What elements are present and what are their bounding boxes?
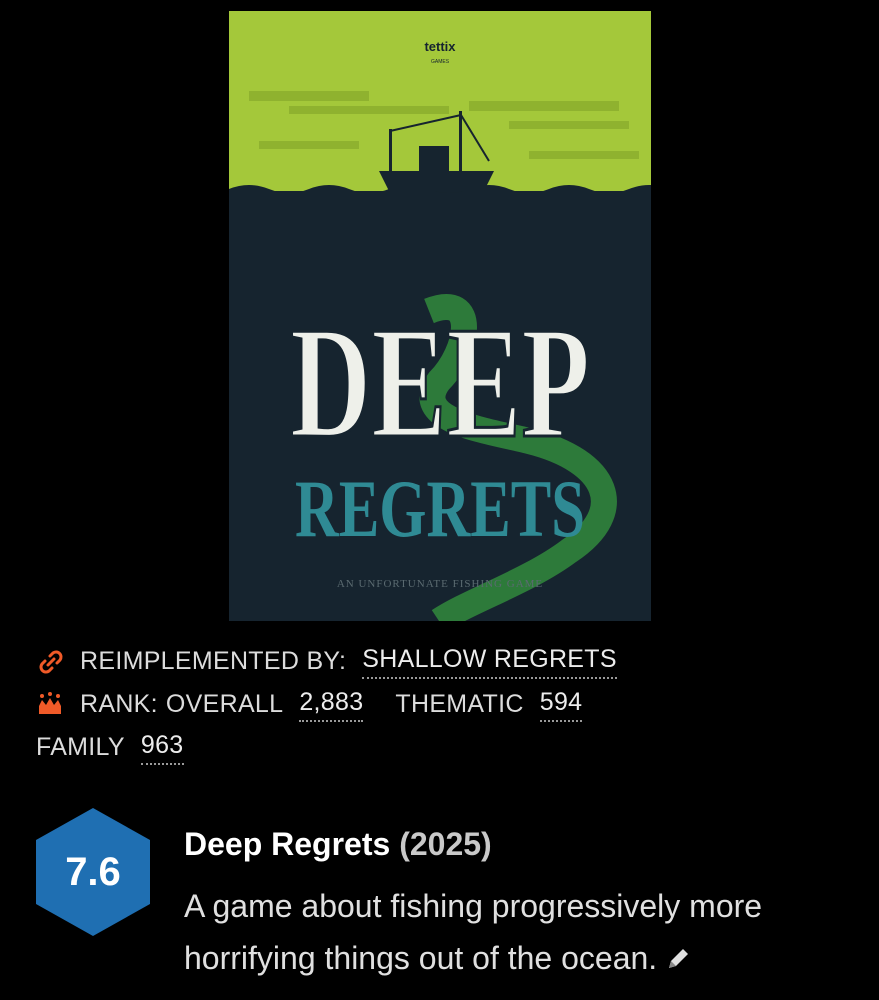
rating-badge[interactable]: 7.6 [36,808,150,936]
cover-tagline: AN UNFORTUNATE FISHING GAME [337,578,543,590]
game-title-line: Deep Regrets (2025) [184,826,492,863]
family-rank-link[interactable]: 963 [140,731,184,765]
game-title[interactable]: Deep Regrets [184,826,390,862]
reimplemented-link[interactable]: SHALLOW REGRETS [362,645,617,679]
thematic-rank-link[interactable]: 594 [539,688,583,722]
family-line: FAMILY 963 [36,726,856,769]
link-icon [36,645,70,679]
game-description-block: A game about fishing progressively more … [184,880,864,987]
crown-icon [36,688,70,722]
rank-label: RANK: [80,690,158,718]
thematic-label: THEMATIC [395,690,524,718]
reimplemented-line: REIMPLEMENTED BY: SHALLOW REGRETS [36,640,856,683]
game-meta: REIMPLEMENTED BY: SHALLOW REGRETS RANK: … [36,640,856,769]
family-label: FAMILY [36,733,125,761]
rank-line: RANK: OVERALL 2,883 THEMATIC 594 [36,683,856,726]
game-cover-image[interactable]: tettix GAMES DEEP REGRETS AN UNFORTUNATE… [229,11,651,621]
overall-label: OVERALL [165,690,284,718]
cover-title-line1: DEEP [290,293,590,471]
game-year: (2025) [399,826,492,862]
overall-rank-link[interactable]: 2,883 [299,688,364,722]
reimplemented-label: REIMPLEMENTED BY: [80,647,347,675]
cover-title-line2: REGRETS [295,463,585,554]
publisher-sub: GAMES [431,59,450,65]
publisher-logo: tettix [424,39,456,54]
pencil-icon[interactable] [665,935,691,987]
rating-value: 7.6 [65,849,121,894]
